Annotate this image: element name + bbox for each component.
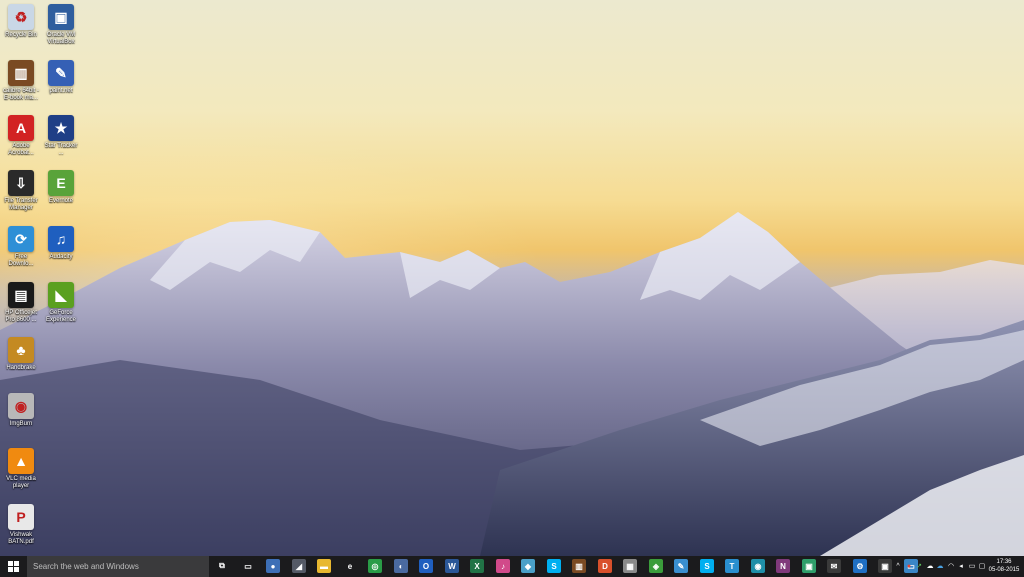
desktop-shortcut[interactable]: ✎ paint.net <box>42 60 80 95</box>
handbrake-icon: ♣ <box>8 337 34 363</box>
recycle-bin-icon: ♻ <box>8 4 34 30</box>
desktop-shortcut-label: HP Officejet Pro 8600 ... <box>5 310 37 323</box>
cloud-tray-icon[interactable]: ☁ <box>935 561 945 571</box>
evernote-app-icon[interactable]: ▦ <box>623 559 637 573</box>
network-icon[interactable]: ◠ <box>946 561 956 571</box>
desktop-shortcut[interactable]: ♫ Audacity <box>42 226 80 261</box>
outlook-icon[interactable]: O <box>419 559 433 573</box>
desktop-shortcut-label: Star Tracker ... <box>44 143 78 156</box>
calibre-app-icon[interactable]: ▥ <box>572 559 586 573</box>
desktop-shortcut[interactable]: A Adobe Acrobat... <box>2 115 40 157</box>
utility-icon[interactable]: ◐ <box>394 559 408 573</box>
desktop-shortcut[interactable]: ▣ Oracle VM VirtualBox <box>42 4 80 46</box>
task-view-icon[interactable]: ⧉ <box>215 559 229 573</box>
arrow-tray-icon[interactable]: ↗ <box>914 561 924 571</box>
skype-app-icon[interactable]: S <box>700 559 714 573</box>
skype-icon[interactable]: S <box>547 559 561 573</box>
onenote-icon[interactable]: N <box>776 559 790 573</box>
calibre-icon: ▥ <box>8 60 34 86</box>
desktop-shortcut-label: ImgBurn <box>9 421 33 427</box>
pdf-file-icon: P <box>8 504 34 530</box>
virtualbox-icon: ▣ <box>48 4 74 30</box>
desktop-shortcut[interactable]: ◣ GeForce Experience <box>42 282 80 324</box>
evernote-icon: E <box>48 170 74 196</box>
excel-icon[interactable]: X <box>470 559 484 573</box>
input-indicator-icon[interactable]: ▭ <box>967 561 977 571</box>
taskbar: ⧉▭●◢▬e◎◐OWX♪◆S▥D▦◈✎ST◉N▣✉⚙▣▭ ^●↗☁☁◠◂▭▢ 1… <box>0 556 1024 577</box>
money-icon[interactable]: ▣ <box>802 559 816 573</box>
audacity-icon: ♫ <box>48 226 74 252</box>
tweetdeck-icon[interactable]: T <box>725 559 739 573</box>
desktop-shortcut-label: Adobe Acrobat... <box>8 143 34 156</box>
desktop-shortcut-label: File Transfer Manager <box>4 198 38 211</box>
desktop-shortcut-label: GeForce Experience <box>45 310 77 323</box>
edit-icon[interactable]: ✎ <box>674 559 688 573</box>
desktop-shortcut[interactable]: ♣ Handbrake <box>2 337 40 372</box>
desktop-shortcut[interactable]: ◉ ImgBurn <box>2 393 40 428</box>
red-circle-tray-icon[interactable]: ● <box>904 561 914 571</box>
desktop-shortcut[interactable]: E Evernote <box>42 170 80 205</box>
desktop-shortcut-label: Oracle VM VirtualBox <box>46 32 76 45</box>
chrome-app-icon[interactable]: ● <box>266 559 280 573</box>
desktop-shortcut[interactable]: ⇩ File Transfer Manager <box>2 170 40 212</box>
file-transfer-manager-icon: ⇩ <box>8 170 34 196</box>
vpn-icon[interactable]: ◉ <box>751 559 765 573</box>
desktop-shortcut-label: calibre 64bit - E-book ma... <box>2 88 40 101</box>
desktop-shortcut-label: Vishwak BATN.pdf <box>8 532 34 545</box>
desktop-shortcut[interactable]: ♻ Recycle Bin <box>2 4 40 39</box>
camtasia-icon[interactable]: ◈ <box>649 559 663 573</box>
virtualbox-app-icon[interactable]: ▣ <box>878 559 892 573</box>
windows-logo-icon <box>8 561 19 572</box>
paint-net-icon: ✎ <box>48 60 74 86</box>
notes-icon[interactable]: ◆ <box>521 559 535 573</box>
ssh-client-icon[interactable]: ◢ <box>292 559 306 573</box>
chrome-icon[interactable]: ◎ <box>368 559 382 573</box>
edge-icon[interactable]: e <box>343 559 357 573</box>
desktop-shortcut-label: Audacity <box>49 254 73 260</box>
start-button[interactable] <box>0 556 27 577</box>
show-hidden-icons-chevron-icon[interactable]: ^ <box>893 561 903 571</box>
file-explorer-icon[interactable]: ▬ <box>317 559 331 573</box>
star-tracker-icon: ★ <box>48 115 74 141</box>
desktop-shortcut-label: Handbrake <box>6 365 36 371</box>
desktop-shortcut-label: Evernote <box>48 198 73 204</box>
vlc-icon: ▲ <box>8 448 34 474</box>
free-download-manager-icon: ⟳ <box>8 226 34 252</box>
clock[interactable]: 17:36 05-08-2015 <box>984 558 1024 574</box>
desktop-shortcut[interactable]: ▲ VLC media player <box>2 448 40 490</box>
desktop-shortcut-label: paint.net <box>49 88 73 94</box>
geforce-experience-icon: ◣ <box>48 282 74 308</box>
itunes-icon[interactable]: ♪ <box>496 559 510 573</box>
desktop-shortcut[interactable]: ▥ calibre 64bit - E-book ma... <box>2 60 40 102</box>
cmd-icon[interactable]: ▭ <box>241 559 255 573</box>
desktop-shortcut-label: VLC media player <box>6 476 36 489</box>
wallpaper-mountains <box>0 212 1024 556</box>
desktop-shortcut[interactable]: ★ Star Tracker ... <box>42 115 80 157</box>
hp-officejet-icon: ▤ <box>8 282 34 308</box>
desktop-shortcut[interactable]: ▤ HP Officejet Pro 8600 ... <box>2 282 40 324</box>
volume-icon[interactable]: ◂ <box>956 561 966 571</box>
clock-date: 05-08-2015 <box>988 567 1020 573</box>
desktop[interactable]: ♻ Recycle Bin ▣ Oracle VM VirtualBox ▥ calibr… <box>0 0 1024 556</box>
clock-time: 17:36 <box>996 559 1012 565</box>
adobe-reader-icon: A <box>8 115 34 141</box>
search-box[interactable] <box>27 556 209 577</box>
settings-icon[interactable]: ⚙ <box>853 559 867 573</box>
onedrive-icon[interactable]: ☁ <box>925 561 935 571</box>
imgburn-icon: ◉ <box>8 393 34 419</box>
desktop-shortcut[interactable]: ⟳ Free Downlo... <box>2 226 40 268</box>
word-icon[interactable]: W <box>445 559 459 573</box>
mail-icon[interactable]: ✉ <box>827 559 841 573</box>
search-input[interactable] <box>33 562 203 571</box>
desktop-shortcut-label: Recycle Bin <box>5 32 37 38</box>
desktop-shortcut-label: Free Downlo... <box>8 254 34 267</box>
dashlane-icon[interactable]: D <box>598 559 612 573</box>
desktop-shortcut[interactable]: P Vishwak BATN.pdf <box>2 504 40 546</box>
